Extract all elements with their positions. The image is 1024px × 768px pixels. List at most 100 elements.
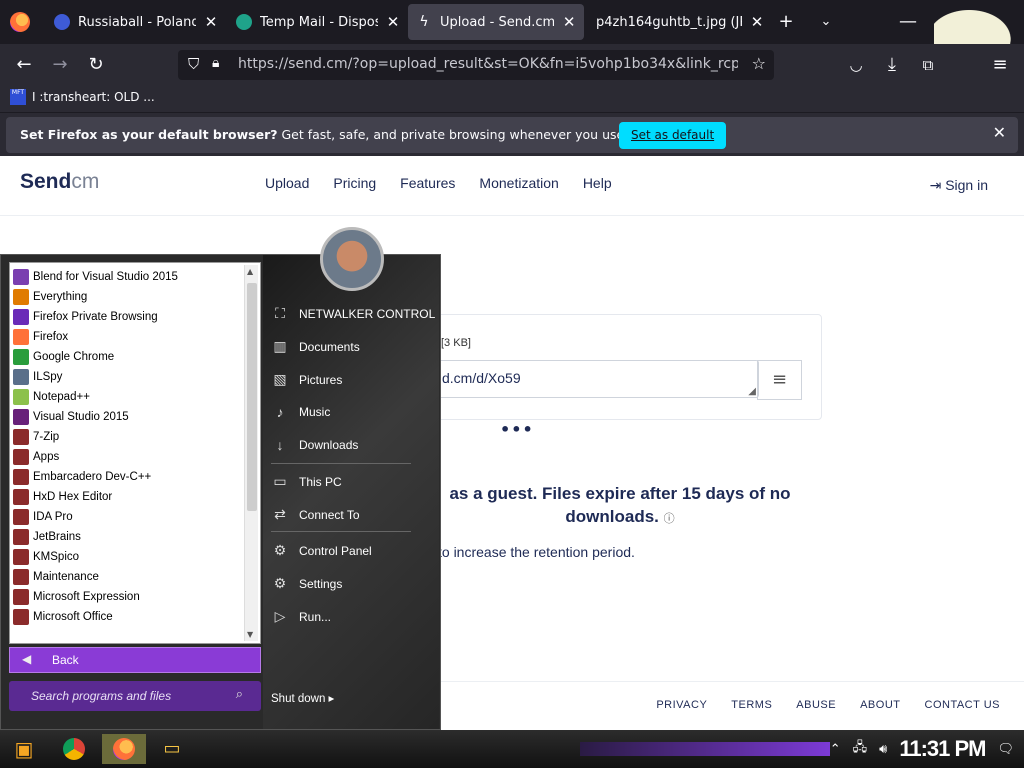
start-item-connect-to[interactable]: ⇄ Connect To <box>271 506 359 523</box>
program-item[interactable]: Everything <box>13 287 245 307</box>
start-item-control-panel[interactable]: ⚙ Control Panel <box>271 542 372 559</box>
show-hidden-icons-icon[interactable]: ⌃ <box>830 742 841 757</box>
url-bar[interactable]: ⛉ 🔒︎ https://send.cm/?op=upload_result&s… <box>178 50 774 80</box>
program-item[interactable]: Apps <box>13 447 245 467</box>
globe-icon <box>54 14 70 30</box>
gear-icon: ⚙ <box>273 575 287 591</box>
program-icon <box>13 529 29 545</box>
tab-send-cm[interactable]: ϟ Upload - Send.cm ✕ <box>408 4 584 40</box>
site-logo[interactable]: Sendcm <box>20 170 99 194</box>
forward-icon[interactable]: → <box>48 53 72 77</box>
new-tab-button[interactable]: + <box>774 10 798 34</box>
programs-scrollbar[interactable]: ▲ ▼ <box>244 265 258 641</box>
program-item[interactable]: Blend for Visual Studio 2015 <box>13 267 245 287</box>
program-item[interactable]: Visual Studio 2015 <box>13 407 245 427</box>
sign-in-link[interactable]: ⇥ Sign in <box>930 177 988 194</box>
extensions-icon[interactable]: ⧉ <box>916 53 940 77</box>
program-item[interactable]: HxD Hex Editor <box>13 487 245 507</box>
tab-jpeg[interactable]: p4zh164guhtb_t.jpg (JPEG ✕ <box>588 4 772 40</box>
start-item-downloads[interactable]: ↓ Downloads <box>271 437 359 453</box>
firefox-icon[interactable] <box>10 12 30 32</box>
tab-russiaball[interactable]: Russiaball - Polandball ✕ <box>46 4 226 40</box>
program-item[interactable]: Google Chrome <box>13 347 245 367</box>
footer-contact[interactable]: CONTACT US <box>925 699 1001 711</box>
file-explorer-icon[interactable]: ▭ <box>154 734 190 764</box>
clock[interactable]: 11:31 PM <box>899 736 986 762</box>
nav-help[interactable]: Help <box>583 175 612 191</box>
notifications-icon[interactable]: 🗨︎ <box>997 742 1014 757</box>
program-item[interactable]: Microsoft Expression <box>13 587 245 607</box>
download-link-field[interactable]: d.cm/d/Xo59 ◢ <box>429 360 759 398</box>
url-text[interactable]: https://send.cm/?op=upload_result&st=OK&… <box>238 56 738 72</box>
close-icon[interactable]: ✕ <box>750 13 764 31</box>
info-icon[interactable]: ⓘ <box>664 513 675 525</box>
nav-pricing[interactable]: Pricing <box>333 175 376 191</box>
tab-label: p4zh164guhtb_t.jpg (JPEG <box>596 14 742 30</box>
shield-icon[interactable]: ⛉ <box>188 55 199 73</box>
program-item[interactable]: JetBrains <box>13 527 245 547</box>
program-item[interactable]: 7-Zip <box>13 427 245 447</box>
program-item[interactable]: Firefox Private Browsing <box>13 307 245 327</box>
set-default-button[interactable]: Set as default <box>619 122 727 149</box>
program-item[interactable]: Notepad++ <box>13 387 245 407</box>
start-item-music[interactable]: ♪ Music <box>271 404 331 420</box>
bookmark-star-icon[interactable]: ☆ <box>752 54 766 73</box>
more-dots[interactable]: ••• <box>500 420 534 439</box>
program-label: Google Chrome <box>33 351 115 363</box>
network-icon[interactable]: 🖧︎ <box>853 738 868 760</box>
lock-icon[interactable]: 🔒︎ <box>212 55 219 71</box>
resize-handle-icon[interactable]: ◢ <box>748 386 756 397</box>
guest-message-text: as a guest. Files expire after 15 days o… <box>449 484 791 526</box>
close-icon[interactable]: ✕ <box>993 123 1006 142</box>
user-avatar[interactable] <box>320 227 384 291</box>
shut-down-button[interactable]: Shut down ▸ <box>271 691 334 705</box>
back-button[interactable]: ◀ Back <box>9 647 261 673</box>
start-button-icon[interactable]: ▣ <box>6 734 42 764</box>
start-item-netwalker-control[interactable]: ⛶ NETWALKER CONTROL <box>271 305 435 322</box>
reload-icon[interactable]: ↻ <box>84 53 108 77</box>
program-item[interactable]: ILSpy <box>13 367 245 387</box>
search-icon[interactable]: ⌕ <box>236 687 243 702</box>
nav-monetization[interactable]: Monetization <box>479 175 558 191</box>
volume-icon[interactable]: 🔊︎ <box>879 742 887 757</box>
download-link-text[interactable]: d.cm/d/Xo59 <box>442 370 521 386</box>
nav-features[interactable]: Features <box>400 175 455 191</box>
close-icon[interactable]: ✕ <box>562 13 576 31</box>
firefox-taskbar-icon[interactable] <box>102 734 146 764</box>
scroll-thumb[interactable] <box>247 283 257 511</box>
footer-about[interactable]: ABOUT <box>860 699 900 711</box>
program-item[interactable]: Firefox <box>13 327 245 347</box>
back-icon[interactable]: ← <box>12 53 36 77</box>
scroll-down-icon[interactable]: ▼ <box>247 630 253 639</box>
program-item[interactable]: Microsoft Office <box>13 607 245 627</box>
tab-temp-mail[interactable]: Temp Mail - Disposable ✕ <box>228 4 408 40</box>
start-item-settings[interactable]: ⚙ Settings <box>271 575 343 592</box>
list-tabs-icon[interactable]: ⌄ <box>814 10 838 34</box>
program-item[interactable]: Embarcadero Dev-C++ <box>13 467 245 487</box>
start-item-label: Pictures <box>299 372 343 387</box>
menu-icon[interactable]: ≡ <box>988 53 1012 77</box>
close-icon[interactable]: ✕ <box>204 13 218 31</box>
start-item-this-pc[interactable]: ▭ This PC <box>271 473 341 490</box>
scroll-up-icon[interactable]: ▲ <box>247 267 253 276</box>
pocket-icon[interactable]: ◡ <box>844 53 868 77</box>
footer-terms[interactable]: TERMS <box>731 699 772 711</box>
start-item-run[interactable]: ▷ Run... <box>271 608 331 625</box>
chrome-icon[interactable] <box>56 734 92 764</box>
program-item[interactable]: Maintenance <box>13 567 245 587</box>
start-item-pictures[interactable]: ▧ Pictures <box>271 371 342 388</box>
close-icon[interactable]: ✕ <box>386 13 400 31</box>
nav-upload[interactable]: Upload <box>265 175 309 191</box>
minimize-button[interactable]: — <box>896 10 920 34</box>
program-label: Everything <box>33 291 88 303</box>
program-item[interactable]: KMSpico <box>13 547 245 567</box>
link-menu-button[interactable]: ≡ <box>757 360 802 400</box>
program-label: Firefox Private Browsing <box>33 311 158 323</box>
footer-abuse[interactable]: ABUSE <box>796 699 836 711</box>
start-search-input[interactable]: Search programs and files ⌕ <box>9 681 261 711</box>
downloads-icon[interactable]: ⤓ <box>880 53 904 77</box>
program-item[interactable]: IDA Pro <box>13 507 245 527</box>
footer-privacy[interactable]: PRIVACY <box>656 699 707 711</box>
start-item-documents[interactable]: ▥ Documents <box>271 338 359 355</box>
bookmark-item[interactable]: MFT I :transheart: OLD ... <box>10 89 155 105</box>
